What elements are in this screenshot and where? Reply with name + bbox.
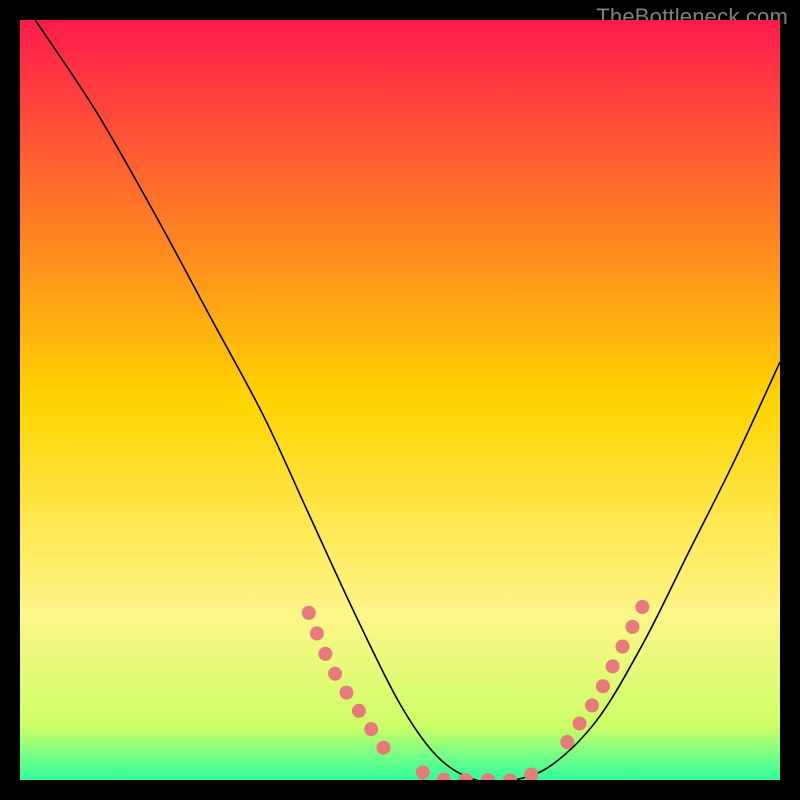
chart-svg (20, 20, 780, 780)
gradient-background (20, 20, 780, 780)
plot-area (20, 20, 780, 780)
chart-frame: TheBottleneck.com (0, 0, 800, 800)
